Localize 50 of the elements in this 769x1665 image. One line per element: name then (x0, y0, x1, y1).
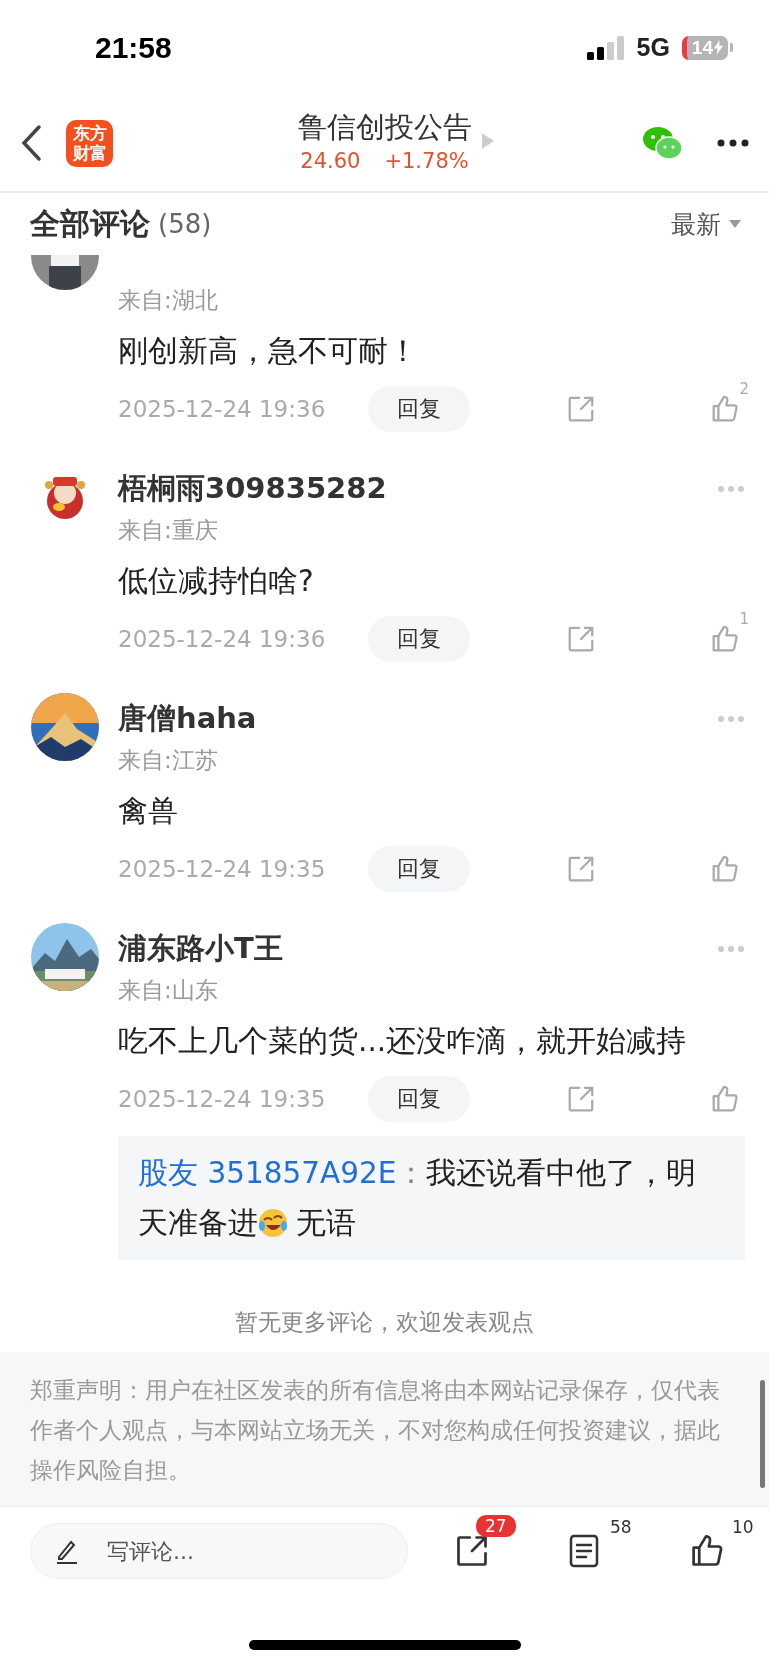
comment-time: 2025-12-24 19:35 (118, 1086, 327, 1112)
clock-time: 21:58 (95, 30, 173, 65)
stock-price: 24.60 (300, 149, 361, 173)
user-location: 来自:重庆 (118, 516, 219, 545)
comment-field[interactable]: 写评论... (30, 1523, 408, 1579)
user-name[interactable]: 梧桐雨309835282 (118, 469, 717, 509)
comment-time: 2025-12-24 19:35 (118, 856, 327, 882)
disclaimer-text: 郑重声明：用户在社区发表的所有信息将由本网站记录保存，仅代表作者个人观点，与本网站立场无关，不对您构成任何投资建议，据此操作风险自担。 (30, 1375, 721, 1486)
caret-icon[interactable] (482, 133, 494, 149)
user-name[interactable]: 唐僧haha (118, 699, 717, 739)
bolt-icon (714, 39, 723, 55)
comment-time: 2025-12-24 19:36 (118, 396, 327, 422)
user-location: 来自:山东 (118, 976, 219, 1005)
user-location: 来自:湖北 (118, 286, 219, 315)
comment-text: 吃不上几个菜的货...还没咋滴，就开始减持 (118, 1023, 688, 1060)
reply-button[interactable]: 回复 (368, 1076, 470, 1122)
sort-option[interactable]: 最新 (671, 207, 721, 241)
app-logo: 东方 财富 (66, 119, 113, 167)
user-name[interactable]: 浦东路小T王 (118, 929, 717, 969)
signal-icon (586, 35, 625, 60)
pencil-icon (54, 1538, 80, 1564)
user-location: 来自:江苏 (118, 746, 219, 775)
caret-icon[interactable] (729, 220, 741, 228)
like-count: 1 (739, 610, 749, 628)
reply-button[interactable]: 回复 (368, 846, 470, 892)
end-note: 暂无更多评论，欢迎发表观点 (234, 1308, 535, 1337)
comment-text: 低位减持怕啥? (118, 563, 315, 600)
price-change: +1.78% (384, 149, 469, 173)
reply-button[interactable]: 回复 (368, 386, 470, 432)
like-count: 10 (732, 1517, 754, 1537)
network-type: 5G (636, 33, 670, 62)
user-link[interactable]: 股友 351857A92E (138, 1156, 397, 1190)
reply-text: 股友 351857A92E：我还说看中他了，明天准备进 无语 (118, 1136, 745, 1260)
comment-text: 刚创新高，急不可耐！ (118, 333, 419, 370)
comment-text: 禽兽 (118, 793, 179, 830)
scrollbar[interactable] (760, 1380, 765, 1488)
comment-count: (58) (158, 209, 212, 239)
battery-level: 14 (681, 35, 728, 60)
section-title: 全部评论 (30, 204, 150, 243)
count-badge: 27 (476, 1515, 516, 1537)
back-icon[interactable] (20, 124, 42, 162)
comment-time: 2025-12-24 19:36 (118, 626, 327, 652)
more-icon[interactable] (717, 139, 749, 147)
share-icon[interactable] (454, 1533, 490, 1569)
like-count: 2 (739, 380, 749, 398)
comment-count: 58 (610, 1517, 632, 1537)
chat-bubbles-icon[interactable] (643, 126, 683, 160)
page-title: 鲁信创投公告 (297, 109, 472, 146)
laughing-face-icon (258, 1208, 288, 1238)
reply-button[interactable]: 回复 (368, 616, 470, 662)
